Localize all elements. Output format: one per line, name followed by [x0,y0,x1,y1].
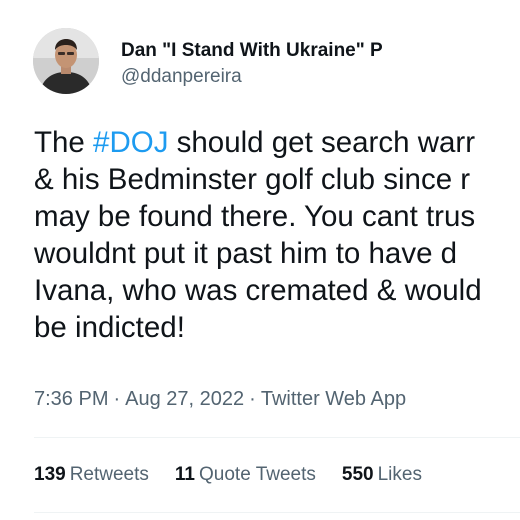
tweet-line-2: & his Bedminster golf club since r [34,163,471,196]
display-name[interactable]: Dan "I Stand With Ukraine" P [121,40,383,62]
hashtag-link[interactable]: #DOJ [93,126,168,159]
tweet-text-segment: should get search warr [168,126,476,159]
tweet-line-6: be indicted! [34,311,185,344]
engagement-stats: 139 Retweets 11 Quote Tweets 550 Likes [34,464,448,486]
tweet-text: The #DOJ should get search warr & his Be… [34,124,520,346]
quote-tweets-count: 11 [174,464,195,485]
tweet-line-3: may be found there. You cant trus [34,200,476,233]
likes-label: Likes [377,464,422,485]
avatar[interactable] [33,28,99,94]
tweet-text-segment: The [34,126,94,159]
tweet-time-link[interactable]: 7:36 PM [34,388,108,410]
quote-tweets-label: Quote Tweets [199,464,316,485]
retweets-stat[interactable]: 139 Retweets [34,464,149,485]
tweet-line-1: The #DOJ should get search warr [34,124,520,161]
likes-stat[interactable]: 550 Likes [342,464,422,485]
quote-tweets-stat[interactable]: 11 Quote Tweets [175,464,316,485]
user-handle[interactable]: @ddanpereira [121,66,242,88]
tweet-metadata: 7:36 PM · Aug 27, 2022 · Twitter Web App [34,388,406,411]
tweet-line-4: wouldnt put it past him to have d [34,237,458,270]
tweet-line-5: Ivana, who was cremated & would [34,274,482,307]
divider [34,512,520,513]
divider [34,437,520,438]
separator-dot: · [249,388,256,410]
retweets-count: 139 [34,464,66,485]
tweet-source-link[interactable]: Twitter Web App [261,388,406,410]
likes-count: 550 [341,464,374,485]
tweet-date-link[interactable]: Aug 27, 2022 [125,388,244,410]
tweet-card: Dan "I Stand With Ukraine" P @ddanpereir… [0,0,520,520]
separator-dot: · [113,388,121,410]
profile-photo-icon [33,28,99,94]
retweets-label: Retweets [69,464,149,485]
